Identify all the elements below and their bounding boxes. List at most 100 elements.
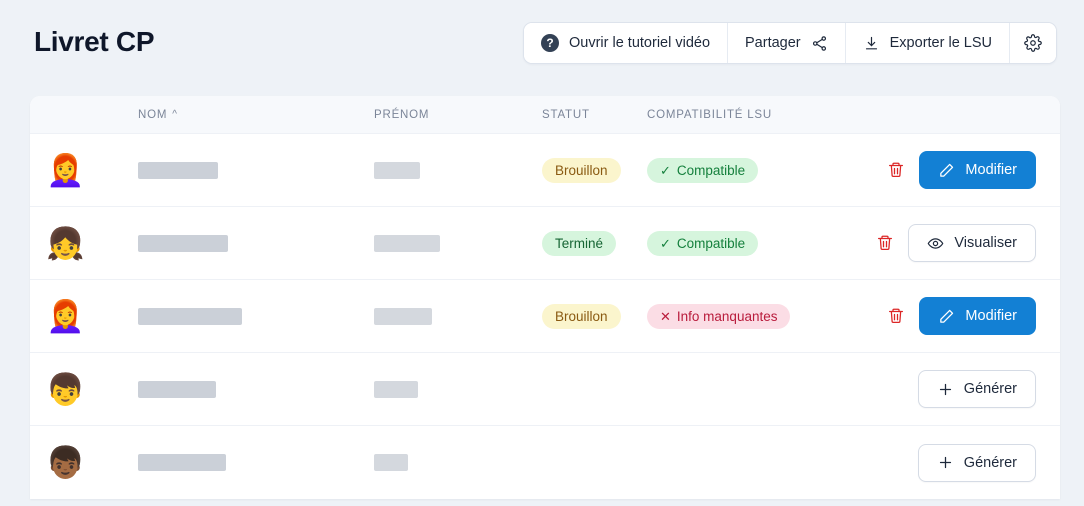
actions-cell: Générer (863, 370, 1060, 408)
prenom-cell (374, 234, 542, 252)
edit-button[interactable]: Modifier (919, 297, 1036, 335)
pencil-icon (938, 308, 955, 325)
nom-cell (138, 454, 374, 471)
table-row[interactable]: 👩‍🦰 Brouillon ✓ Compatible Modifier (30, 134, 1060, 207)
avatar-cell: 👦🏾 (30, 447, 138, 478)
prenom-cell (374, 161, 542, 179)
column-header-prenom[interactable]: PRÉNOM (374, 109, 542, 121)
nom-cell (138, 161, 374, 179)
statut-badge-label: Brouillon (555, 308, 608, 324)
header-action-group: ? Ouvrir le tutoriel vidéo Partager Expo… (522, 22, 1057, 64)
open-video-tutorial-button[interactable]: ? Ouvrir le tutoriel vidéo (523, 23, 729, 63)
avatar-boy-brown-hair: 👦 (46, 371, 85, 407)
nom-cell (138, 307, 374, 325)
column-header-compatibilite-lsu-label: COMPATIBILITÉ LSU (647, 108, 773, 121)
open-video-tutorial-label: Ouvrir le tutoriel vidéo (568, 35, 711, 51)
avatar-girl-orange-hair: 👩‍🦰 (46, 152, 85, 188)
share-button[interactable]: Partager (728, 23, 846, 63)
nom-cell (138, 234, 374, 252)
statut-badge-label: Brouillon (555, 162, 608, 178)
plus-icon (937, 381, 954, 398)
column-header-statut[interactable]: STATUT (542, 109, 647, 121)
share-button-label: Partager (745, 35, 801, 51)
actions-cell: Modifier (863, 151, 1060, 189)
share-icon (811, 35, 828, 52)
compat-badge-label: Compatible (676, 235, 746, 251)
column-header-nom[interactable]: NOM ^ (138, 109, 374, 121)
nom-redacted-value (138, 454, 226, 471)
download-icon (863, 35, 880, 52)
table-header-row: NOM ^ PRÉNOM STATUT COMPATIBILITÉ LSU (30, 96, 1060, 134)
table-row[interactable]: 👦🏾 Générer (30, 426, 1060, 499)
avatar-cell: 👧 (30, 228, 138, 259)
students-table-card: NOM ^ PRÉNOM STATUT COMPATIBILITÉ LSU 👩‍… (30, 96, 1060, 499)
compat-badge-label: Info manquantes (676, 308, 778, 324)
help-circle-icon: ? (540, 34, 559, 52)
column-header-statut-label: STATUT (542, 108, 590, 121)
check-icon: ✓ (660, 162, 671, 178)
compat-badge: ✕ Info manquantes (647, 303, 791, 329)
page-header: Livret CP ? Ouvrir le tutoriel vidéo Par… (0, 0, 1084, 88)
check-icon: ✓ (660, 235, 671, 251)
table-row[interactable]: 👩‍🦰 Brouillon ✕ Info manquantes Modifier (30, 280, 1060, 353)
column-header-compatibilite-lsu[interactable]: COMPATIBILITÉ LSU (647, 109, 863, 121)
actions-cell: Générer (863, 443, 1060, 482)
prenom-cell (374, 454, 542, 471)
cross-icon: ✕ (660, 308, 671, 324)
edit-button-label: Modifier (965, 308, 1017, 324)
view-button[interactable]: Visualiser (908, 224, 1036, 262)
table-body: 👩‍🦰 Brouillon ✓ Compatible Modifier 👧 Terminé ✓… (30, 134, 1060, 499)
export-lsu-label: Exporter le LSU (889, 35, 992, 51)
compat-cell: ✓ Compatible (647, 157, 863, 183)
table-row[interactable]: 👧 Terminé ✓ Compatible Visualiser (30, 207, 1060, 280)
delete-icon[interactable] (887, 161, 905, 179)
prenom-redacted-value (374, 454, 408, 471)
column-header-prenom-label: PRÉNOM (374, 108, 430, 121)
prenom-redacted-value (374, 161, 420, 179)
sort-ascending-icon: ^ (172, 108, 178, 120)
view-button-label: Visualiser (954, 235, 1017, 251)
statut-badge: Terminé (542, 230, 617, 256)
prenom-redacted-value (374, 234, 440, 252)
edit-button-label: Modifier (965, 162, 1017, 178)
compat-badge-label: Compatible (676, 162, 746, 178)
actions-cell: Visualiser (863, 224, 1060, 262)
prenom-cell (374, 380, 542, 398)
avatar-girl-orange-hair: 👩‍🦰 (46, 298, 85, 334)
nom-redacted-value (138, 307, 242, 325)
table-row[interactable]: 👦 Générer (30, 353, 1060, 426)
prenom-redacted-value (374, 380, 418, 398)
prenom-cell (374, 307, 542, 325)
generate-button[interactable]: Générer (917, 370, 1036, 408)
nom-cell (138, 380, 374, 398)
statut-cell: Brouillon (542, 303, 647, 329)
compat-badge: ✓ Compatible (647, 157, 759, 183)
statut-badge: Brouillon (542, 303, 621, 329)
prenom-redacted-value (374, 307, 432, 325)
nom-redacted-value (138, 161, 218, 179)
compat-badge: ✓ Compatible (647, 230, 759, 256)
delete-icon[interactable] (887, 307, 905, 325)
statut-badge: Brouillon (542, 157, 621, 183)
plus-icon (937, 454, 954, 471)
statut-badge-label: Terminé (555, 235, 604, 251)
avatar-cell: 👦 (30, 374, 138, 405)
avatar-cell: 👩‍🦰 (30, 301, 138, 332)
gear-icon (1024, 34, 1042, 52)
statut-cell: Terminé (542, 230, 647, 256)
avatar-girl-pigtails: 👧 (46, 225, 85, 261)
delete-icon[interactable] (876, 234, 894, 252)
generate-button[interactable]: Générer (917, 443, 1036, 482)
avatar-boy-dark-skin: 👦🏾 (46, 445, 85, 480)
compat-cell: ✕ Info manquantes (647, 303, 863, 329)
app-root: Livret CP ? Ouvrir le tutoriel vidéo Par… (0, 0, 1084, 506)
avatar-cell: 👩‍🦰 (30, 155, 138, 186)
nom-redacted-value (138, 380, 216, 398)
generate-button-label: Générer (963, 454, 1017, 471)
eye-icon (927, 235, 944, 252)
nom-redacted-value (138, 234, 228, 252)
edit-button[interactable]: Modifier (919, 151, 1036, 189)
settings-button[interactable] (1010, 23, 1056, 63)
generate-button-label: Générer (963, 381, 1017, 397)
export-lsu-button[interactable]: Exporter le LSU (845, 23, 1010, 63)
